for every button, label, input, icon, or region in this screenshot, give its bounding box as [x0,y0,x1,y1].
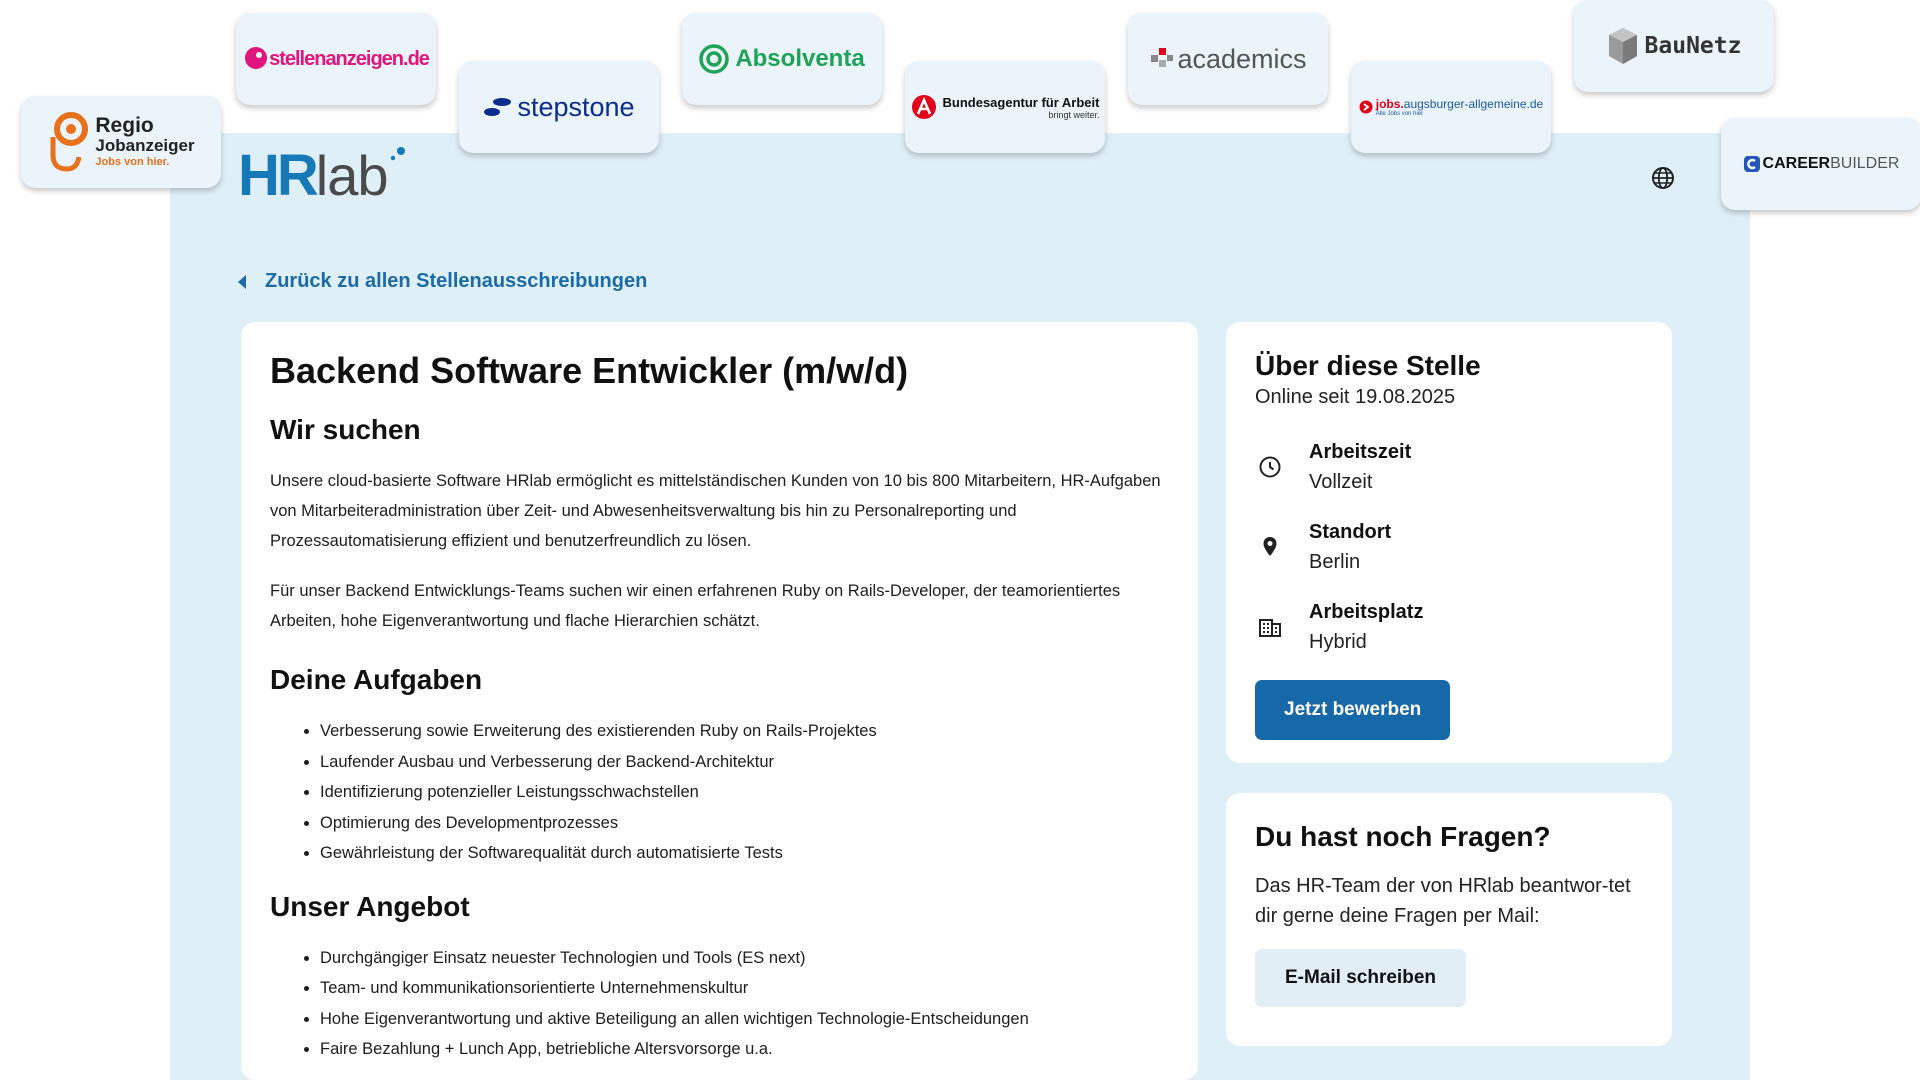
bundesagentur-tagline: bringt weiter. [1048,109,1100,120]
list-item: Identifizierung potenzieller Leistungssc… [320,777,1168,808]
offer-list: Durchgängiger Einsatz neuester Technolog… [270,943,1168,1065]
detail-standort: Standort Berlin [1255,507,1643,587]
stepstone-logo[interactable]: stepstone [459,61,659,153]
tasks-list: Verbesserung sowie Erweiterung des exist… [270,716,1168,869]
academics-logo[interactable]: academics [1128,13,1328,105]
list-item: Laufender Ausbau und Verbesserung der Ba… [320,747,1168,778]
list-item: Verbesserung sowie Erweiterung des exist… [320,716,1168,747]
online-since: Online seit 19.08.2025 [1255,386,1456,408]
stepstone-text: stepstone [517,91,635,122]
stellenanzeigen-logo[interactable]: stellenanzeigen.de [236,13,436,105]
questions-card: Du hast noch Fragen? Das HR-Team der von… [1226,793,1672,1046]
absolventa-mark-icon [699,44,730,74]
detail-arbeitsplatz: Arbeitsplatz Hybrid [1255,587,1643,667]
apply-button[interactable]: Jetzt bewerben [1255,680,1451,740]
back-link-label: Zurück zu allen Stellenausschreibungen [265,270,648,292]
careerbuilder-bold: CAREER [1762,155,1831,172]
location-pin-icon [1263,537,1277,556]
job-details-card: Über diese Stelle Online seit 19.08.2025… [1226,322,1672,763]
section-heading-wir-suchen: Wir suchen [270,414,421,445]
brand-lab: lab [315,143,389,207]
augsburger-mark-icon [1359,100,1373,114]
detail-value: Berlin [1309,551,1361,573]
careerbuilder-thin: BUILDER [1830,155,1900,172]
questions-title: Du hast noch Fragen? [1255,821,1551,852]
building-icon [1259,619,1281,637]
augsburger-prefix: jobs. [1375,97,1404,111]
regio-line1: Regio [95,114,154,137]
job-description-card: Backend Software Entwickler (m/w/d) Wir … [241,322,1198,1080]
augsburger-allgemeine-logo[interactable]: jobs.augsburger-allgemeine.de Alle Jobs … [1351,61,1551,153]
intro-paragraph: Unsere cloud-basierte Software HRlab erm… [270,472,1161,550]
job-title: Backend Software Entwickler (m/w/d) [270,350,909,391]
detail-label: Arbeitsplatz [1309,601,1424,623]
clock-icon [1259,456,1281,478]
list-item: Hohe Eigenverantwortung und aktive Betei… [320,1004,1168,1035]
detail-arbeitszeit: Arbeitszeit Vollzeit [1255,427,1643,507]
detail-label: Arbeitszeit [1309,441,1412,463]
list-item: Durchgängiger Einsatz neuester Technolog… [320,943,1168,974]
regio-jobanzeiger-logo[interactable]: Regio Jobanzeiger Jobs von hier. [21,96,221,188]
baunetz-logo[interactable]: BauNetz [1574,0,1774,92]
team-paragraph: Für unser Backend Entwicklungs-Teams suc… [270,582,1121,630]
back-to-jobs-link[interactable]: Zurück zu allen Stellenausschreibungen [238,270,647,293]
detail-value: Hybrid [1309,631,1367,653]
hrlab-logo[interactable]: HR lab [238,140,406,210]
list-item: Team- und kommunikationsorientierte Unte… [320,973,1168,1004]
questions-text: Das HR-Team der von HRlab beantwor-tet d… [1255,875,1631,927]
regio-line2: Jobanzeiger [95,136,195,155]
detail-label: Standort [1309,521,1392,543]
caret-left-icon [238,274,246,289]
bundesagentur-a-icon [911,95,936,119]
stellenanzeigen-text: stellenanzeigen.de [269,47,430,70]
section-heading-aufgaben: Deine Aufgaben [270,664,483,695]
absolventa-logo[interactable]: Absolventa [682,13,882,105]
brand-dots-icon [390,147,405,161]
detail-value: Vollzeit [1309,471,1373,493]
list-item: Faire Bezahlung + Lunch App, betrieblich… [320,1034,1168,1065]
section-heading-angebot: Unser Angebot [270,890,470,922]
regio-pin-icon [50,112,89,172]
stepstone-mark-icon [484,98,512,116]
careerbuilder-mark-icon [1743,156,1760,172]
list-item: Gewährleistung der Softwarequalität durc… [320,838,1168,869]
regio-tagline: Jobs von hier. [95,156,170,168]
bundesagentur-text: Bundesagentur für Arbeit [942,94,1100,110]
email-button[interactable]: E-Mail schreiben [1255,949,1466,1007]
bundesagentur-logo[interactable]: Bundesagentur für Arbeit bringt weiter. [905,61,1105,153]
absolventa-text: Absolventa [735,45,865,72]
brand-hr: HR [238,142,319,208]
baunetz-cube-icon [1608,28,1637,64]
language-globe-icon[interactable] [1651,166,1675,190]
augsburger-tagline: Alle Jobs von hier [1375,111,1424,117]
careerbuilder-logo[interactable]: CAREER BUILDER [1721,118,1920,210]
academics-text: academics [1177,43,1307,74]
baunetz-text: BauNetz [1644,33,1742,59]
job-details-title: Über diese Stelle [1255,350,1481,381]
list-item: Optimierung des Developmentprozesses [320,808,1168,839]
chameleon-icon [245,47,268,69]
academics-squares-icon [1151,48,1174,67]
augsburger-domain: augsburger-allgemeine.de [1403,97,1544,111]
